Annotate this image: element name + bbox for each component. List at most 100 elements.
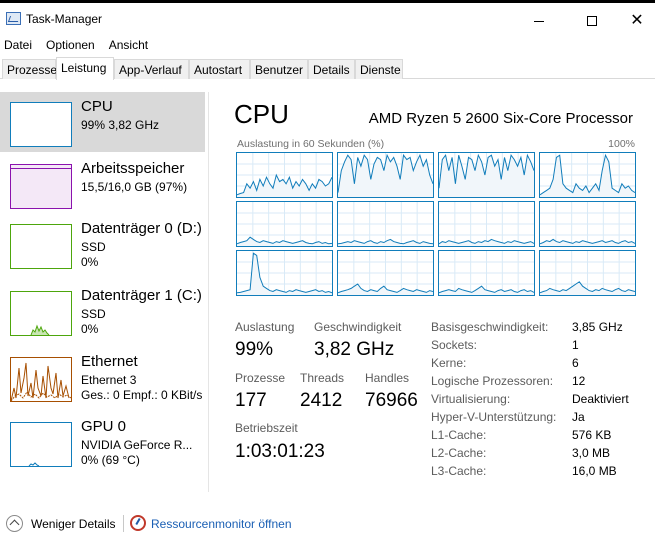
info-value: 12 — [572, 374, 586, 388]
resource-name: CPU — [81, 98, 113, 115]
gpu-mini-graph — [10, 422, 72, 467]
close-button[interactable]: ✕ — [614, 6, 655, 36]
info-label: Hyper-V-Unterstützung: — [431, 410, 557, 424]
info-label: Basisgeschwindigkeit: — [431, 320, 549, 334]
resource-detail: Ethernet 3 — [81, 373, 137, 387]
auslastung-label: Auslastung — [235, 320, 295, 334]
menu-datei[interactable]: Datei — [0, 36, 32, 56]
resource-usage: 0% (69 °C) — [81, 453, 140, 467]
tab-dienste[interactable]: Dienste — [355, 59, 403, 79]
minimize-button[interactable] — [516, 6, 562, 36]
resource-detail: 99% 3,82 GHz — [81, 118, 160, 132]
resource-name: Datenträger 0 (D:) — [81, 220, 202, 237]
detail-title: CPU — [234, 99, 289, 129]
cpu-core-graph — [438, 250, 535, 296]
cpu-core-graph — [337, 201, 434, 247]
info-label: Logische Prozessoren: — [431, 374, 554, 388]
info-value: Deaktiviert — [572, 392, 629, 406]
resource-usage: 0% — [81, 322, 99, 336]
resource-monitor-icon[interactable] — [130, 515, 146, 531]
tab-prozesse[interactable]: Prozesse — [2, 59, 57, 79]
maximize-icon — [587, 16, 597, 26]
title-bar: Task-Manager ✕ — [0, 0, 655, 36]
cpu-core-graph — [236, 250, 333, 296]
memory-mini-graph — [10, 164, 72, 209]
tab-autostart[interactable]: Autostart — [189, 59, 250, 79]
resource-monitor-link[interactable]: Ressourcenmonitor öffnen — [151, 517, 292, 531]
resource-detail: SSD — [81, 240, 106, 254]
cpu-mini-graph — [10, 102, 72, 147]
fewer-details-link[interactable]: Weniger Details — [31, 517, 115, 531]
handles-value: 76966 — [365, 390, 418, 411]
resource-cpu[interactable]: CPU 99% 3,82 GHz — [0, 92, 205, 152]
info-label: L3-Cache: — [431, 464, 487, 478]
info-value: 1 — [572, 338, 579, 352]
resource-memory[interactable]: Arbeitsspeicher 15,5/16,0 GB (97%) — [0, 154, 205, 214]
graph-caption: Auslastung in 60 Sekunden (%) — [237, 138, 385, 150]
maximize-button[interactable] — [569, 6, 615, 36]
geschwindigkeit-label: Geschwindigkeit — [314, 320, 402, 334]
cpu-core-graph — [236, 152, 333, 198]
cpu-core-graph — [337, 250, 434, 296]
footer: Weniger Details Ressourcenmonitor öffnen — [0, 510, 655, 540]
prozesse-value: 177 — [235, 390, 267, 411]
resource-usage: 0% — [81, 255, 99, 269]
disk0-mini-graph — [10, 224, 72, 269]
disk1-mini-graph — [10, 291, 72, 336]
info-value: 3,85 GHz — [572, 320, 623, 334]
info-label: Virtualisierung: — [431, 392, 511, 406]
cpu-core-graph — [438, 152, 535, 198]
info-value: Ja — [572, 410, 585, 424]
cpu-core-graph — [337, 152, 434, 198]
threads-value: 2412 — [300, 390, 343, 411]
geschwindigkeit-value: 3,82 GHz — [314, 339, 395, 360]
info-label: L2-Cache: — [431, 446, 487, 460]
window-title: Task-Manager — [26, 12, 103, 26]
betriebszeit-label: Betriebszeit — [235, 421, 298, 435]
info-label: Sockets: — [431, 338, 478, 352]
panel-divider — [208, 92, 209, 492]
cpu-core-graph — [438, 201, 535, 247]
tab-leistung[interactable]: Leistung — [56, 57, 114, 80]
menu-optionen[interactable]: Optionen — [42, 36, 95, 56]
betriebszeit-value: 1:03:01:23 — [235, 441, 325, 462]
tab-details[interactable]: Details — [308, 59, 355, 79]
resource-detail: 15,5/16,0 GB (97%) — [81, 180, 188, 194]
info-value: 576 KB — [572, 428, 612, 442]
processor-name: AMD Ryzen 5 2600 Six-Core Processor — [368, 110, 633, 127]
resource-detail: NVIDIA GeForce R... — [81, 438, 193, 452]
resource-name: Arbeitsspeicher — [81, 160, 185, 177]
cpu-core-graph — [539, 152, 636, 198]
tab-app-verlauf[interactable]: App-Verlauf — [114, 59, 189, 79]
graph-max-label: 100% — [608, 138, 635, 150]
cpu-core-graph — [236, 201, 333, 247]
cpu-core-graph — [539, 250, 636, 296]
resource-name: GPU 0 — [81, 418, 127, 435]
resource-disk-1[interactable]: Datenträger 1 (C:) SSD 0% — [0, 281, 205, 341]
info-value: 16,0 MB — [572, 464, 617, 478]
resource-detail: SSD — [81, 307, 106, 321]
resource-name: Ethernet — [81, 353, 138, 370]
close-icon: ✕ — [630, 12, 644, 29]
resource-gpu[interactable]: GPU 0 NVIDIA GeForce R... 0% (69 °C) — [0, 412, 205, 472]
resource-name: Datenträger 1 (C:) — [81, 287, 202, 304]
tab-bar: Prozesse Leistung App-Verlauf Autostart … — [0, 57, 655, 80]
threads-label: Threads — [300, 371, 345, 385]
menu-bar: Datei Optionen Ansicht — [0, 36, 655, 56]
minimize-icon — [534, 20, 544, 22]
resource-disk-0[interactable]: Datenträger 0 (D:) SSD 0% — [0, 214, 205, 274]
resource-usage: Ges.: 0 Empf.: 0 KBit/s — [81, 388, 203, 402]
info-value: 6 — [572, 356, 579, 370]
task-manager-icon — [6, 12, 21, 25]
ethernet-mini-graph — [10, 357, 72, 402]
cpu-core-graph — [539, 201, 636, 247]
menu-ansicht[interactable]: Ansicht — [105, 36, 148, 56]
auslastung-value: 99% — [235, 339, 274, 360]
info-label: L1-Cache: — [431, 428, 487, 442]
handles-label: Handles — [365, 371, 410, 385]
prozesse-label: Prozesse — [235, 371, 286, 385]
resource-list: CPU 99% 3,82 GHz Arbeitsspeicher 15,5/16… — [0, 92, 207, 492]
tab-benutzer[interactable]: Benutzer — [250, 59, 308, 79]
chevron-up-icon[interactable] — [6, 515, 23, 532]
resource-ethernet[interactable]: Ethernet Ethernet 3 Ges.: 0 Empf.: 0 KBi… — [0, 347, 205, 407]
